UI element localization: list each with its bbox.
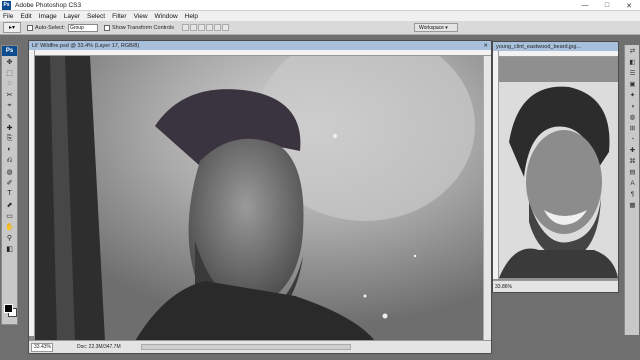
app-title: Adobe Photoshop CS3 (15, 1, 82, 9)
menu-select[interactable]: Select (87, 13, 105, 20)
document-status-bar: 33.43% Doc: 22.3M/347.7M (29, 340, 491, 353)
reference-canvas[interactable] (499, 82, 618, 278)
history-panel-icon[interactable]: ⊞ (626, 123, 639, 133)
document-size-info[interactable]: Doc: 22.3M/347.7M (77, 344, 121, 350)
document-horizontal-scrollbar[interactable] (140, 344, 351, 350)
layers-panel-icon[interactable]: ▤ (626, 167, 639, 177)
shape-tool-icon[interactable]: ▭ (2, 210, 17, 221)
quick-mask-icon[interactable]: ◧ (2, 243, 17, 254)
align-middle-icon[interactable] (190, 24, 198, 31)
reference-title: young_clint_eastwood_beard.jpg... (496, 43, 582, 50)
align-top-icon[interactable] (182, 24, 190, 31)
menu-filter[interactable]: Filter (112, 13, 126, 20)
document-window: Lil' Wildfire.psd @ 33.4% (Layer 17, RGB… (28, 40, 492, 354)
menu-help[interactable]: Help (185, 13, 198, 20)
brush-tool-icon[interactable]: ✎ (2, 111, 17, 122)
workspace-button[interactable]: Workspace ▾ (414, 23, 458, 32)
reference-window: young_clint_eastwood_beard.jpg... 33.86% (492, 41, 619, 293)
app-logo-icon: Ps (2, 0, 11, 10)
reference-tab[interactable]: young_clint_eastwood_beard.jpg... (493, 42, 618, 51)
clone-stamp-tool-icon[interactable]: ⎘ (2, 133, 17, 144)
crop-tool-icon[interactable]: ✂ (2, 89, 17, 100)
menu-image[interactable]: Image (39, 13, 57, 20)
menu-file[interactable]: File (3, 13, 13, 20)
navigator-panel-icon[interactable]: ◧ (626, 57, 639, 67)
document-tab[interactable]: Lil' Wildfire.psd @ 33.4% (Layer 17, RGB… (29, 41, 491, 50)
reference-zoom-field[interactable]: 33.86% (495, 284, 512, 290)
toolbox: Ps ✥ ⬚ ◌ ✂ ⌖ ✎ ✚ ⎘ ◐ ⎌ ◍ ✐ T ⬈ ▭ ✋ ⚲ ◧ (1, 45, 18, 325)
actions-panel-icon[interactable]: ◔ (626, 134, 639, 144)
document-zoom-field[interactable]: 33.43% (31, 342, 53, 352)
minimize-button[interactable]: — (574, 0, 596, 11)
maximize-button[interactable]: □ (596, 0, 618, 11)
toolbox-logo-icon: Ps (2, 46, 17, 56)
window-controls: — □ ✕ (574, 0, 640, 11)
eraser-tool-icon[interactable]: ◍ (2, 166, 17, 177)
panel-dock: ⇄ ◧ ☰ ▣ ✦ ◑ ◍ ⊞ ◔ ✚ ⌘ ▤ A ¶ ▦ (624, 45, 639, 335)
info-panel-icon[interactable]: ▣ (626, 79, 639, 89)
foreground-color-swatch[interactable] (4, 304, 13, 313)
show-transform-label: Show Transform Controls (111, 24, 175, 31)
menu-window[interactable]: Window (155, 13, 178, 20)
menu-view[interactable]: View (134, 13, 148, 20)
paragraph-panel-icon[interactable]: ¶ (626, 189, 639, 199)
document-canvas[interactable] (35, 56, 483, 341)
marquee-tool-icon[interactable]: ⬚ (2, 67, 17, 78)
color-panel-icon[interactable]: ✦ (626, 90, 639, 100)
eyedropper-tool-icon[interactable]: ⌖ (2, 100, 17, 111)
portrait-artwork (35, 56, 483, 341)
lasso-tool-icon[interactable]: ◌ (2, 78, 17, 89)
show-transform-checkbox[interactable] (103, 24, 110, 31)
healing-tool-icon[interactable]: ✚ (2, 122, 17, 133)
auto-select-label: Auto-Select: (35, 24, 65, 31)
document-title: Lil' Wildfire.psd @ 33.4% (Layer 17, RGB… (32, 42, 140, 49)
align-center-icon[interactable] (214, 24, 222, 31)
reference-horizontal-ruler (499, 51, 618, 57)
menu-bar: File Edit Image Layer Select Filter View… (0, 11, 640, 21)
layer-comps-panel-icon[interactable]: ⌘ (626, 156, 639, 166)
pen-tool-icon[interactable]: ✐ (2, 177, 17, 188)
zoom-tool-icon[interactable]: ⚲ (2, 232, 17, 243)
align-bottom-icon[interactable] (198, 24, 206, 31)
tool-presets-panel-icon[interactable]: ✚ (626, 145, 639, 155)
options-bar: ▸▾ Auto-Select: Group Show Transform Con… (0, 21, 640, 35)
history-brush-tool-icon[interactable]: ⎌ (2, 155, 17, 166)
title-bar: Ps Adobe Photoshop CS3 — □ ✕ (0, 0, 640, 11)
move-tool-icon[interactable]: ✥ (2, 56, 17, 67)
reference-status-bar: 33.86% (493, 280, 618, 292)
document-vertical-scrollbar[interactable] (483, 56, 491, 341)
panel-expand-icon[interactable]: ⇄ (626, 46, 639, 56)
align-buttons (182, 24, 230, 31)
align-right-icon[interactable] (222, 24, 230, 31)
reference-photo (499, 82, 618, 278)
character-panel-icon[interactable]: A (626, 178, 639, 188)
auto-select-checkbox[interactable] (27, 24, 33, 31)
styles-panel-icon[interactable]: ◍ (626, 112, 639, 122)
menu-edit[interactable]: Edit (20, 13, 31, 20)
hand-tool-icon[interactable]: ✋ (2, 221, 17, 232)
type-tool-icon[interactable]: T (2, 188, 17, 199)
auto-select-dropdown[interactable]: Group (67, 23, 98, 32)
histogram-panel-icon[interactable]: ☰ (626, 68, 639, 78)
document-close-icon[interactable]: ✕ (483, 43, 488, 49)
close-button[interactable]: ✕ (618, 0, 640, 11)
path-select-tool-icon[interactable]: ⬈ (2, 199, 17, 210)
dodge-tool-icon[interactable]: ◐ (2, 144, 17, 155)
menu-layer[interactable]: Layer (64, 13, 80, 20)
move-tool-preset-icon[interactable]: ▸▾ (3, 22, 21, 33)
swatches-panel-icon[interactable]: ◑ (626, 101, 639, 111)
channels-panel-icon[interactable]: ▦ (626, 200, 639, 210)
align-left-icon[interactable] (206, 24, 214, 31)
